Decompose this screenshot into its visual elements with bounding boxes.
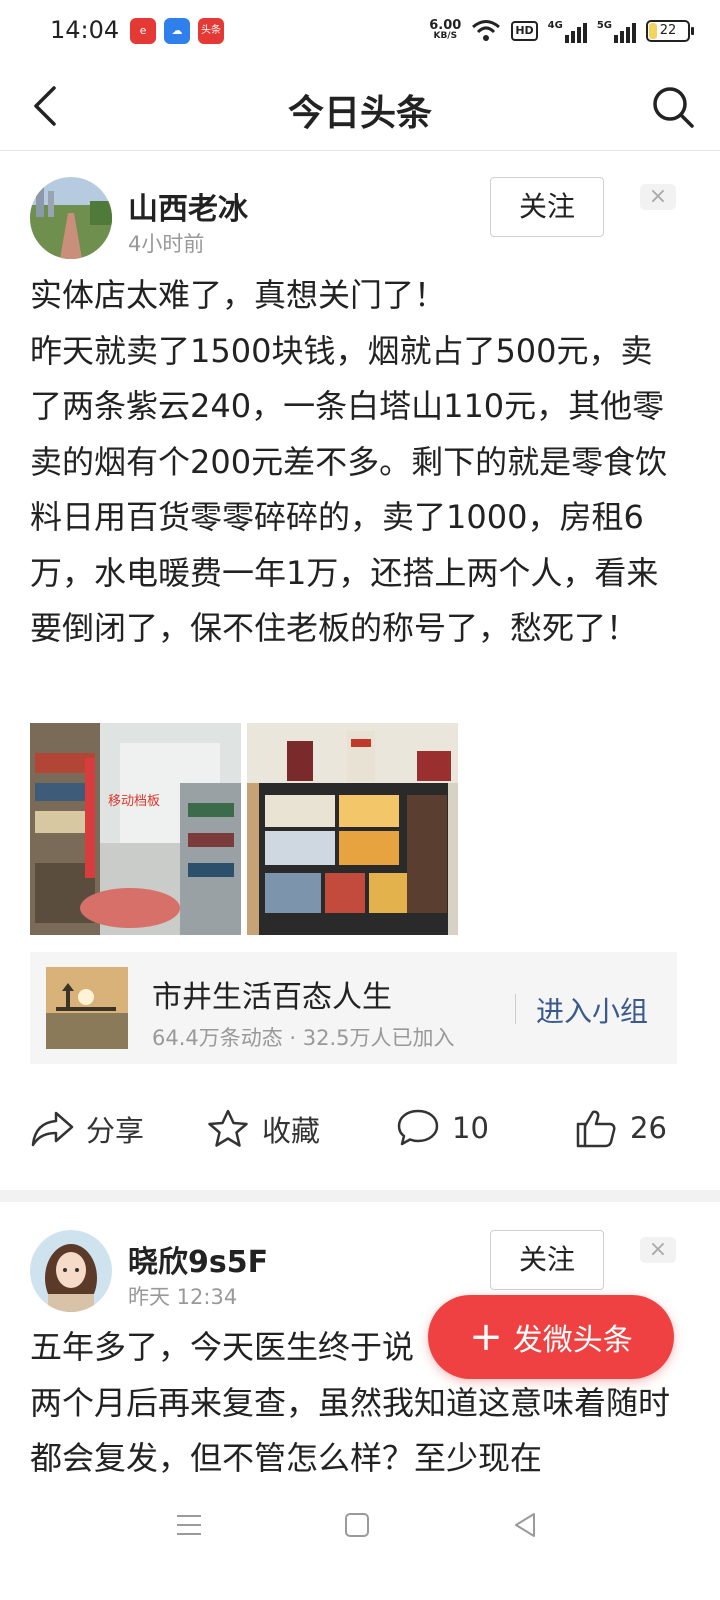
- group-name: 市井生活百态人生: [152, 980, 392, 1015]
- favorite-label: 收藏: [262, 1114, 321, 1148]
- author-name[interactable]: 晓欣9s5F: [128, 1237, 268, 1281]
- thumbs-up-icon: [576, 1110, 616, 1148]
- plus-icon: +: [469, 1314, 503, 1360]
- post-time: 昨天 12:34: [128, 1285, 238, 1309]
- dismiss-icon[interactable]: ×: [640, 184, 676, 210]
- post-text[interactable]: 实体店太难了，真想关门了！ 昨天就卖了1500块钱，烟就占了500元，卖了两条紫…: [30, 268, 680, 657]
- net-speed: 6.00 KB/S: [429, 18, 462, 41]
- share-label: 分享: [86, 1114, 145, 1148]
- wifi-icon: [472, 20, 501, 41]
- share-icon: [31, 1111, 74, 1147]
- join-group-button[interactable]: 进入小组: [536, 990, 648, 1030]
- signal-5g-icon: 5G: [597, 20, 636, 43]
- battery-icon: 22: [646, 20, 694, 42]
- search-icon[interactable]: [650, 84, 696, 130]
- status-time: 14:04: [50, 16, 120, 44]
- back-triangle-icon[interactable]: [510, 1510, 540, 1540]
- comment-icon: [397, 1109, 439, 1146]
- hd-icon: HD: [511, 21, 538, 41]
- like-count: 26: [630, 1111, 667, 1145]
- post-weitoutiao-button[interactable]: + 发微头条: [428, 1295, 674, 1379]
- signal-4g-icon: 4G: [548, 20, 587, 43]
- star-icon: [208, 1109, 248, 1147]
- system-nav-bar: [0, 1490, 720, 1560]
- group-stats: 64.4万条动态 · 32.5万人已加入: [152, 1026, 455, 1050]
- menu-icon[interactable]: [174, 1510, 204, 1540]
- dismiss-icon[interactable]: ×: [640, 1237, 676, 1263]
- page-title: 今日头条: [287, 93, 432, 134]
- post-actions: 分享 收藏 10 26: [0, 1096, 720, 1160]
- post-time: 4小时前: [128, 232, 205, 256]
- toutiao-icon: 头条: [198, 18, 224, 44]
- top-nav-bar: 今日头条: [0, 64, 720, 151]
- post-image-storefront[interactable]: 移动档板: [30, 723, 241, 935]
- author-name[interactable]: 山西老冰: [128, 184, 248, 228]
- group-card[interactable]: 市井生活百态人生 64.4万条动态 · 32.5万人已加入 进入小组: [30, 952, 677, 1064]
- status-bar: 14:04 e ☁ 头条 6.00 KB/S HD 4G 5G 22: [0, 0, 720, 64]
- e-browser-icon: e: [130, 18, 156, 44]
- image-caption: 移动档板: [108, 794, 160, 809]
- favorite-button[interactable]: 收藏: [206, 1108, 320, 1150]
- home-icon[interactable]: [342, 1510, 372, 1540]
- comment-button[interactable]: 10: [396, 1108, 489, 1148]
- group-divider: [515, 994, 516, 1024]
- avatar[interactable]: [30, 1230, 112, 1312]
- post-image-shelves[interactable]: [247, 723, 458, 935]
- comment-count: 10: [452, 1111, 489, 1145]
- fab-label: 发微头条: [512, 1323, 633, 1358]
- follow-button[interactable]: 关注: [490, 1230, 604, 1290]
- cloud-app-icon: ☁: [164, 18, 190, 44]
- post-separator: [0, 1190, 720, 1202]
- follow-button[interactable]: 关注: [490, 177, 604, 237]
- group-thumbnail: [46, 967, 128, 1049]
- like-button[interactable]: 26: [574, 1108, 667, 1148]
- share-button[interactable]: 分享: [30, 1108, 144, 1150]
- avatar[interactable]: [30, 177, 112, 259]
